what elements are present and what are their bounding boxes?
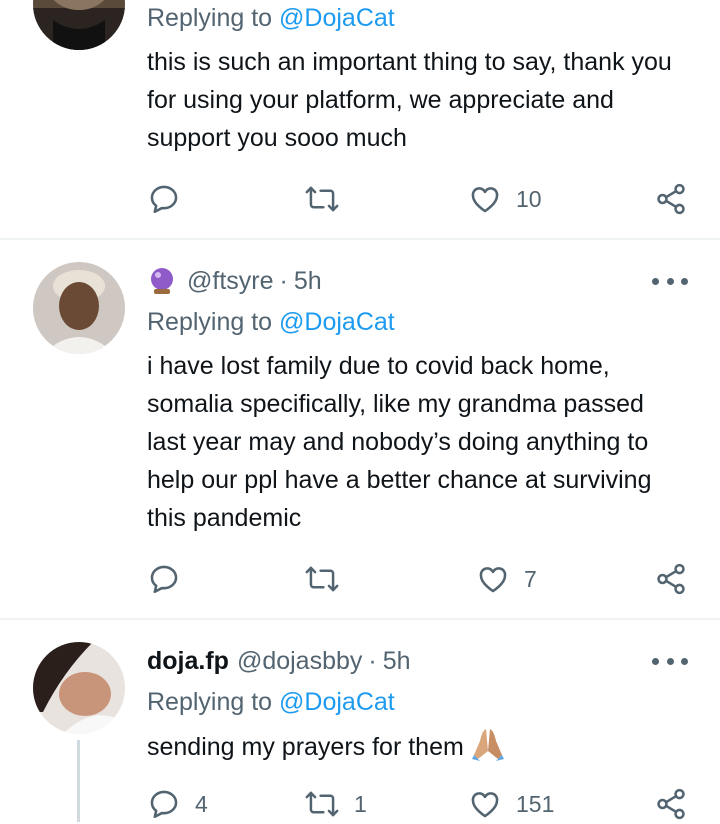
- tweet-3[interactable]: doja.fp @dojasbby · 5h Replying to @Doja…: [0, 620, 720, 822]
- more-icon: [652, 657, 659, 665]
- retweet-icon: [305, 566, 339, 592]
- tweet-text: sending my prayers for them: [147, 733, 464, 761]
- reply-button[interactable]: [147, 179, 195, 219]
- like-count: 10: [516, 185, 542, 212]
- dot-separator: ·: [279, 266, 288, 295]
- reply-count: 4: [195, 790, 208, 817]
- heart-icon: [471, 187, 499, 213]
- replying-to: Replying to @DojaCat: [147, 308, 395, 337]
- reply-icon: [150, 185, 178, 214]
- praying-hands-emoji: [471, 729, 504, 761]
- more-button[interactable]: [652, 274, 688, 288]
- tweet-1[interactable]: Replying to @DojaCat this is such an imp…: [0, 0, 720, 240]
- like-button[interactable]: 10: [468, 179, 542, 219]
- tweet-2[interactable]: @ftsyre · 5h Replying to @DojaCat i have…: [0, 240, 720, 620]
- thread-line: [77, 740, 80, 822]
- tweet-text: i have lost family due to covid back hom…: [147, 352, 652, 532]
- replying-prefix: Replying to: [147, 308, 273, 336]
- user-handle[interactable]: @ftsyre: [187, 267, 274, 296]
- retweet-button[interactable]: [304, 559, 354, 599]
- avatar[interactable]: [33, 642, 125, 734]
- share-button[interactable]: [654, 784, 688, 824]
- user-handle[interactable]: @dojasbby: [237, 647, 362, 676]
- replying-prefix: Replying to: [147, 4, 273, 32]
- crystal-ball-emoji: [151, 268, 173, 294]
- replying-to: Replying to @DojaCat: [147, 4, 395, 33]
- heart-icon: [479, 567, 507, 593]
- retweet-icon: [305, 791, 339, 817]
- share-icon: [657, 563, 685, 595]
- replying-to: Replying to @DojaCat: [147, 688, 395, 717]
- heart-icon: [471, 792, 499, 818]
- retweet-button[interactable]: [304, 179, 354, 219]
- retweet-button[interactable]: 1: [304, 784, 367, 824]
- replying-prefix: Replying to: [147, 688, 273, 716]
- retweet-icon: [305, 186, 339, 212]
- reply-button[interactable]: [147, 559, 195, 599]
- reply-icon: [150, 565, 178, 594]
- dot-separator: ·: [368, 646, 377, 675]
- tweet-text-container: sending my prayers for them: [147, 727, 687, 766]
- user-display-name[interactable]: doja.fp: [147, 647, 229, 676]
- like-button[interactable]: 151: [468, 784, 554, 824]
- like-count: 7: [524, 565, 537, 592]
- more-button[interactable]: [652, 654, 688, 668]
- share-icon: [657, 183, 685, 215]
- timestamp[interactable]: 5h: [383, 647, 411, 676]
- action-bar: 7: [147, 559, 692, 599]
- tweet-header: @ftsyre · 5h: [147, 264, 322, 298]
- share-button[interactable]: [654, 179, 688, 219]
- avatar[interactable]: [33, 0, 125, 50]
- like-count: 151: [516, 790, 555, 817]
- action-bar: 10: [147, 179, 692, 219]
- retweet-count: 1: [354, 790, 367, 817]
- timestamp[interactable]: 5h: [294, 267, 322, 296]
- share-button[interactable]: [654, 559, 688, 599]
- avatar[interactable]: [33, 262, 125, 354]
- mention-link[interactable]: @DojaCat: [279, 4, 395, 32]
- mention-link[interactable]: @DojaCat: [279, 308, 395, 336]
- reply-button[interactable]: 4: [147, 784, 208, 824]
- share-icon: [657, 788, 685, 820]
- tweet-text: this is such an important thing to say, …: [147, 48, 672, 152]
- action-bar: 4 1 151: [147, 784, 692, 824]
- tweet-header: doja.fp @dojasbby · 5h: [147, 644, 411, 678]
- reply-icon: [150, 790, 178, 819]
- like-button[interactable]: 7: [476, 559, 537, 599]
- more-icon: [652, 277, 659, 285]
- mention-link[interactable]: @DojaCat: [279, 688, 395, 716]
